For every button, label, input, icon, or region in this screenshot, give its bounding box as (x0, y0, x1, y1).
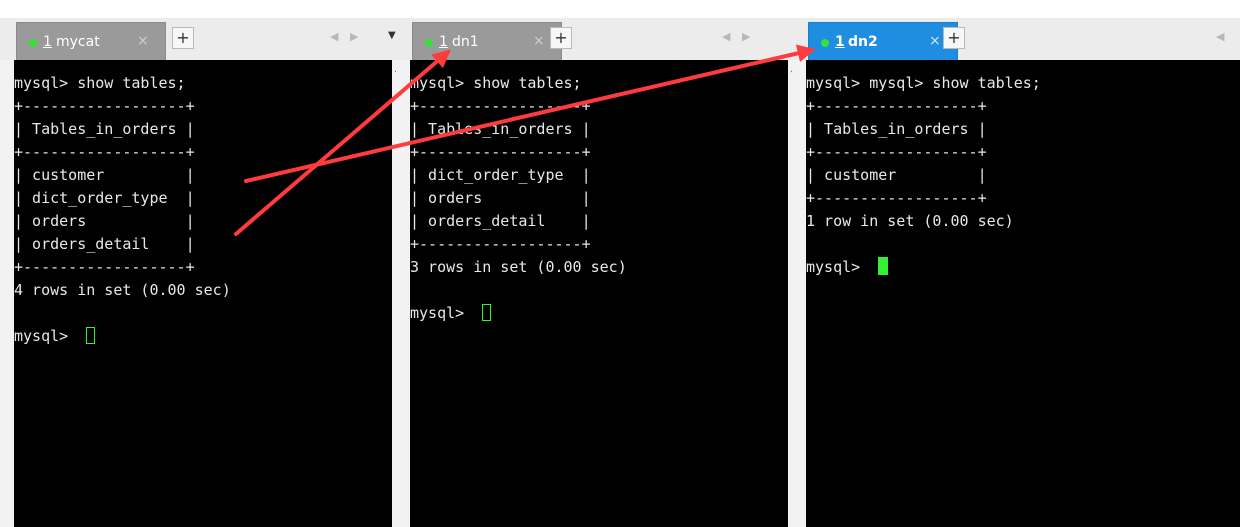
terminal-cursor-icon (482, 304, 492, 321)
console-line: | Tables_in_orders | (14, 120, 195, 138)
console-line: +------------------+ (806, 97, 987, 115)
prompt: mysql> (14, 327, 78, 345)
tab-bar: 1 mycat × + ◀ ▶ ▼ (0, 18, 406, 61)
terminal-console[interactable]: mysql> show tables; +------------------+… (410, 60, 788, 527)
tab-bar: 1 dn1 × + ◀ ▶ (396, 18, 802, 61)
console-line: | orders_detail | (410, 212, 591, 230)
tab-scroll-arrows-icon[interactable]: ◀ ▶ (722, 30, 754, 43)
console-line: mysql> show tables; (410, 74, 582, 92)
tab-label: dn2 (848, 34, 878, 50)
console-line: +------------------+ (410, 235, 591, 253)
tab-number: 1 (43, 34, 52, 50)
prompt: mysql> (806, 258, 870, 276)
console-line: mysql> show tables; (14, 74, 186, 92)
tab-scroll-arrows-icon[interactable]: ◀ (1216, 30, 1228, 43)
new-tab-button[interactable]: + (943, 27, 965, 49)
console-line: +------------------+ (806, 189, 987, 207)
status-dot-icon (425, 39, 433, 47)
console-prompt-line: mysql> (806, 256, 889, 278)
status-dot-icon (29, 39, 37, 47)
terminal-console[interactable]: mysql> mysql> show tables; +------------… (806, 60, 1240, 527)
new-tab-button[interactable]: + (550, 27, 572, 49)
status-dot-icon (821, 39, 829, 47)
tab-number: 1 (835, 34, 845, 50)
terminal-cursor-icon (878, 257, 889, 275)
console-prompt-line: mysql> (14, 325, 96, 347)
console-line: 3 rows in set (0.00 sec) (410, 258, 627, 276)
close-tab-icon[interactable]: × (533, 33, 545, 49)
tab-label: mycat (56, 34, 100, 50)
terminal-console[interactable]: mysql> show tables; +------------------+… (14, 60, 392, 527)
console-line: mysql> mysql> show tables; (806, 74, 1041, 92)
tab-label: dn1 (452, 34, 479, 50)
tab-dn1[interactable]: 1 dn1 × (412, 22, 562, 60)
terminal-pane-dn2: 1 dn2 × + ◀ mysql> mysql> show tables; +… (792, 18, 1240, 527)
console-line: +------------------+ (14, 97, 195, 115)
tab-mycat[interactable]: 1 mycat × (16, 22, 166, 60)
console-line: 4 rows in set (0.00 sec) (14, 281, 231, 299)
tab-dropdown-icon[interactable]: ▼ (388, 30, 396, 41)
console-line: | orders | (14, 212, 195, 230)
left-gutter (396, 60, 410, 527)
console-line: +------------------+ (806, 143, 987, 161)
console-line: | dict_order_type | (14, 189, 195, 207)
close-tab-icon[interactable]: × (929, 33, 941, 49)
prompt: mysql> (410, 304, 474, 322)
terminal-cursor-icon (86, 327, 96, 344)
terminal-pane-dn1: 1 dn1 × + ◀ ▶ mysql> show tables; +-----… (396, 18, 802, 527)
close-tab-icon[interactable]: × (137, 33, 149, 49)
tab-bar: 1 dn2 × + ◀ (792, 18, 1240, 61)
console-line: | Tables_in_orders | (806, 120, 987, 138)
tab-number: 1 (439, 34, 448, 50)
tab-dn2[interactable]: 1 dn2 × (808, 22, 958, 60)
console-line: | customer | (806, 166, 987, 184)
terminal-pane-mycat: 1 mycat × + ◀ ▶ ▼ mysql> show tables; +-… (0, 18, 406, 527)
console-line: | Tables_in_orders | (410, 120, 591, 138)
console-prompt-line: mysql> (410, 302, 492, 324)
console-line: +------------------+ (410, 143, 591, 161)
console-line: +------------------+ (14, 258, 195, 276)
console-line: +------------------+ (410, 97, 591, 115)
tab-scroll-arrows-icon[interactable]: ◀ ▶ (330, 30, 362, 43)
console-line: | orders_detail | (14, 235, 195, 253)
console-line: | dict_order_type | (410, 166, 591, 184)
new-tab-button[interactable]: + (172, 27, 194, 49)
console-line: | orders | (410, 189, 591, 207)
left-gutter (0, 60, 14, 527)
left-gutter (792, 60, 806, 527)
console-line: | customer | (14, 166, 195, 184)
console-line: 1 row in set (0.00 sec) (806, 212, 1014, 230)
console-line: +------------------+ (14, 143, 195, 161)
